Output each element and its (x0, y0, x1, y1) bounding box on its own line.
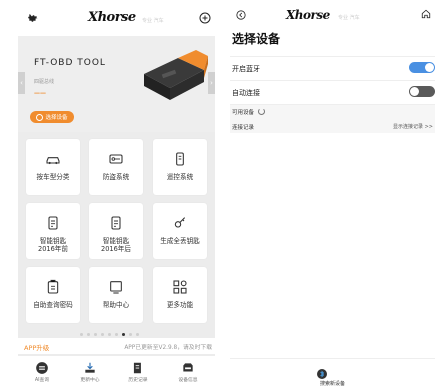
generate-key-icon (172, 215, 188, 231)
car-icon (45, 151, 61, 167)
tab-ai-query[interactable]: AI查询 (22, 360, 62, 383)
tab-label: 更新中心 (80, 378, 100, 383)
brand-subtitle: 专业 汽车 (338, 15, 360, 21)
auto-connect-toggle[interactable] (409, 86, 435, 97)
tab-history[interactable]: 历史记录 (118, 360, 158, 383)
product-dash: —— (34, 90, 46, 97)
banner-prev-button[interactable]: ‹ (18, 72, 25, 94)
toggle-knob (410, 87, 419, 96)
show-history-link[interactable]: 显示连接记录 >> (393, 123, 433, 130)
carousel-dot[interactable] (80, 333, 83, 336)
select-device-screen: Xhorse 专业 汽车 选择设备 开启蓝牙 自动连接 可用设备 连接记录 显示… (230, 0, 435, 392)
refresh-icon[interactable] (258, 108, 265, 115)
grid-item-smart-key-before-2016[interactable]: 智能钥匙 2016年前 (26, 203, 80, 259)
device-banner[interactable]: ‹ › FT-OBD TOOL 四驱总线 —— 选择设备 (18, 36, 215, 132)
available-devices-label: 可用设备 (232, 110, 255, 116)
carousel-dot[interactable] (94, 333, 97, 336)
carousel-dot[interactable] (122, 333, 125, 336)
back-arrow-icon[interactable] (234, 8, 248, 22)
grid-item-label: 智能钥匙 2016年后 (101, 237, 131, 253)
setting-label: 自动连接 (232, 89, 260, 97)
grid-item-more-functions[interactable]: 更多功能 (153, 267, 207, 323)
device-info-icon (168, 360, 208, 376)
carousel-dot[interactable] (87, 333, 90, 336)
grid-item-remote[interactable]: 遥控系统 (153, 139, 207, 195)
available-devices-header: 可用设备 连接记录 显示连接记录 >> (230, 105, 435, 133)
smart-key-icon (45, 215, 61, 231)
app-update-label[interactable]: APP升级 (24, 342, 49, 352)
grid-item-smart-key-after-2016[interactable]: 智能钥匙 2016年后 (89, 203, 143, 259)
carousel-dot[interactable] (129, 333, 132, 336)
more-icon (172, 279, 188, 295)
grid-item-all-keys-lost[interactable]: 生成全丢钥匙 (153, 203, 207, 259)
product-title: FT-OBD TOOL (34, 58, 106, 68)
grid-item-label: 防盗系统 (102, 173, 130, 181)
tab-device-info[interactable]: 设备信息 (168, 360, 208, 383)
setting-row-auto-connect[interactable]: 自动连接 (230, 81, 435, 103)
brand-logo: Xhorse (88, 10, 136, 25)
select-icon (36, 113, 44, 121)
grid-item-label: 帮助中心 (102, 301, 130, 309)
carousel-indicator (80, 333, 139, 336)
search-new-device-label: 搜索新设备 (319, 381, 345, 387)
brand-subtitle: 专业 汽车 (142, 18, 164, 24)
settings-gear-icon[interactable] (26, 11, 40, 25)
carousel-dot[interactable] (136, 333, 139, 336)
tab-update-center[interactable]: 更新中心 (70, 360, 110, 383)
grid-item-password-query[interactable]: 自助查询密码 (26, 267, 80, 323)
select-device-button[interactable]: 选择设备 (30, 111, 74, 123)
remote-icon (172, 151, 188, 167)
grid-item-label: 更多功能 (166, 301, 194, 309)
bluetooth-toggle[interactable] (409, 62, 435, 73)
obd-device-image (144, 50, 208, 100)
bottom-tab-bar: AI查询 更新中心 历史记录 设备信息 (18, 356, 215, 392)
grid-item-help-center[interactable]: 帮助中心 (89, 267, 143, 323)
grid-item-label: 按车型分类 (36, 173, 70, 181)
ai-query-icon (22, 360, 62, 376)
search-new-device-bar[interactable]: 搜索新设备 (230, 358, 435, 392)
page-title: 选择设备 (232, 32, 281, 46)
history-icon (118, 360, 158, 376)
home-icon[interactable] (420, 8, 432, 20)
connection-history-label: 连接记录 (232, 125, 255, 131)
carousel-dot[interactable] (115, 333, 118, 336)
tab-label: 设备信息 (178, 378, 198, 383)
grid-item-label: 智能钥匙 2016年前 (38, 237, 68, 253)
tab-label: 历史记录 (128, 378, 148, 383)
setting-row-bluetooth[interactable]: 开启蓝牙 (230, 57, 435, 79)
carousel-dot[interactable] (108, 333, 111, 336)
grid-item-immobilizer[interactable]: 防盗系统 (89, 139, 143, 195)
top-bar: Xhorse 专业 汽车 (18, 0, 215, 36)
grid-item-car-model[interactable]: 按车型分类 (26, 139, 80, 195)
home-screen: Xhorse 专业 汽车 ‹ › FT-OBD TOOL 四驱总线 —— 选择设… (18, 0, 215, 392)
password-query-icon (45, 279, 61, 295)
key-icon (108, 151, 124, 167)
smart-key-new-icon (108, 215, 124, 231)
carousel-dot[interactable] (101, 333, 104, 336)
grid-item-label: 遥控系统 (166, 173, 194, 181)
update-center-icon (70, 360, 110, 376)
grid-item-label: 自助查询密码 (33, 301, 73, 309)
add-icon[interactable] (198, 11, 211, 24)
grid-item-label: 生成全丢钥匙 (160, 237, 200, 245)
select-device-label: 选择设备 (45, 115, 68, 121)
update-bar[interactable]: APP升级 APP已更新至V2.9.8，请及时下载 (18, 338, 215, 354)
toggle-knob (425, 63, 434, 72)
help-icon (108, 279, 124, 295)
brand-logo: Xhorse (286, 8, 330, 22)
update-notice: APP已更新至V2.9.8，请及时下载 (124, 345, 212, 351)
setting-label: 开启蓝牙 (232, 65, 260, 73)
tab-label: AI查询 (34, 378, 50, 383)
product-subtitle: 四驱总线 (34, 79, 55, 85)
